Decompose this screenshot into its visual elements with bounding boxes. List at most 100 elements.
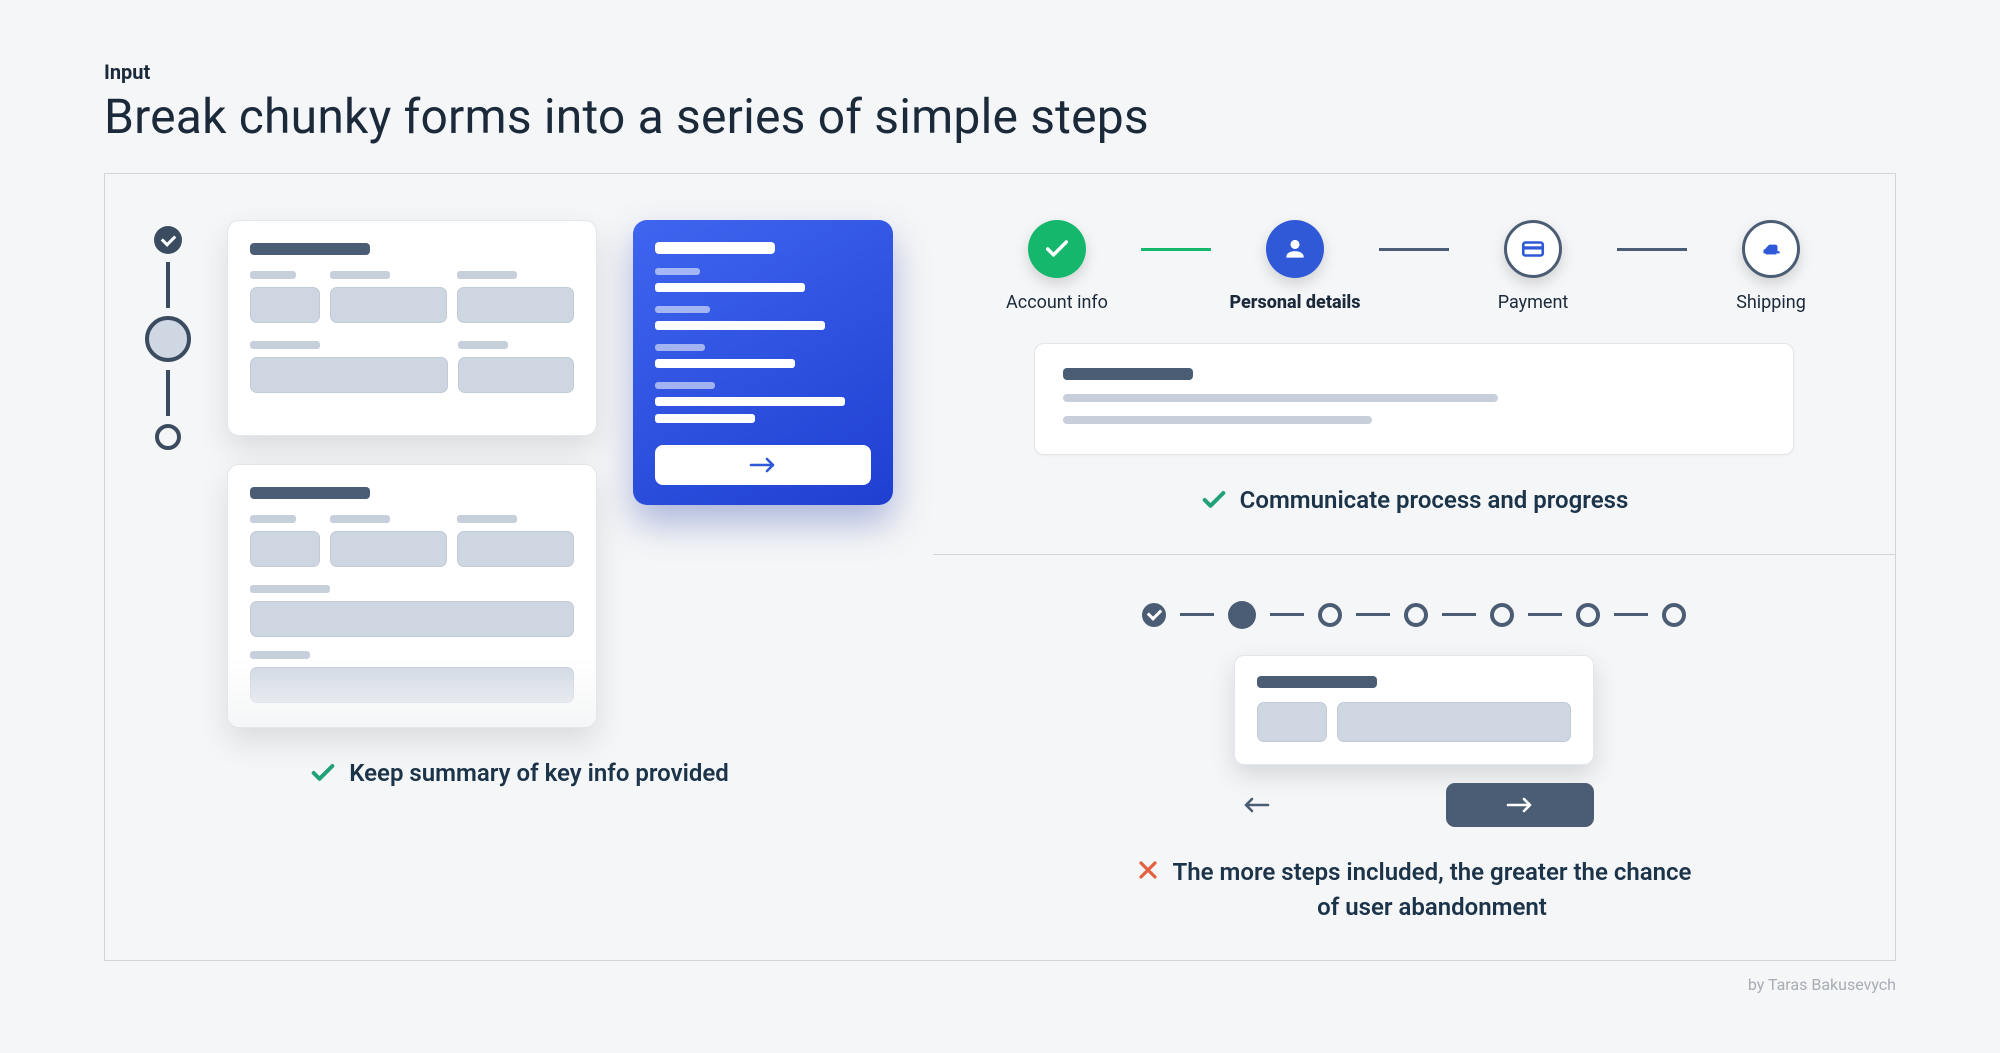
mini-step-pending[interactable]: [1318, 603, 1342, 627]
step-connector: [1141, 248, 1211, 251]
caption-bad: The more steps included, the greater the…: [973, 855, 1855, 925]
step-account-info[interactable]: Account info: [973, 220, 1141, 313]
placeholder-line: [1063, 416, 1372, 424]
check-icon: [1043, 235, 1071, 263]
placeholder-field: [250, 287, 320, 323]
placeholder-label: [330, 271, 390, 279]
step-label: Payment: [1498, 292, 1569, 313]
placeholder-label: [250, 341, 320, 349]
step-payment[interactable]: Payment: [1449, 220, 1617, 313]
user-icon: [1282, 236, 1308, 262]
placeholder-label: [250, 515, 296, 523]
placeholder-field: [250, 667, 574, 703]
placeholder-field: [330, 287, 447, 323]
back-button[interactable]: [1234, 787, 1278, 823]
mini-step-active[interactable]: [1228, 601, 1256, 629]
mini-step-pending[interactable]: [1662, 603, 1686, 627]
shipping-icon: [1758, 236, 1784, 262]
placeholder-field: [1257, 702, 1327, 742]
mini-step-connector: [1180, 613, 1214, 616]
summary-line: [655, 359, 795, 368]
mini-step-pending[interactable]: [1490, 603, 1514, 627]
placeholder-label: [457, 515, 517, 523]
form-card-placeholder: [227, 220, 597, 436]
form-card-placeholder: [227, 464, 597, 728]
panel-progress: Account info Personal details Payment: [933, 174, 1896, 555]
mini-step-connector: [1614, 613, 1648, 616]
credit: by Taras Bakusevych: [104, 975, 1896, 994]
step-personal-details[interactable]: Personal details: [1211, 220, 1379, 313]
mini-step-connector: [1528, 613, 1562, 616]
mini-step-connector: [1442, 613, 1476, 616]
step-connector: [1617, 248, 1687, 251]
caption-text: Communicate process and progress: [1240, 483, 1629, 518]
arrow-left-icon: [1241, 796, 1271, 814]
cross-icon: [1136, 858, 1160, 882]
summary-line: [655, 283, 805, 292]
summary-label: [655, 268, 700, 275]
placeholder-title-bar: [250, 487, 370, 499]
placeholder-field: [250, 357, 448, 393]
placeholder-title-bar: [1257, 676, 1377, 688]
mini-step-done[interactable]: [1142, 603, 1166, 627]
placeholder-title-bar: [250, 243, 370, 255]
caption-text: Keep summary of key info provided: [349, 756, 729, 791]
panel-too-many-steps: The more steps included, the greater the…: [933, 555, 1896, 961]
check-icon: [1200, 486, 1228, 514]
placeholder-field: [458, 357, 574, 393]
placeholder-field: [250, 531, 320, 567]
placeholder-field: [250, 601, 574, 637]
step-connector: [1379, 248, 1449, 251]
summary-label: [655, 306, 710, 313]
step-circle-done: [1028, 220, 1086, 278]
placeholder-field: [1337, 702, 1571, 742]
summary-continue-button[interactable]: [655, 445, 871, 485]
mini-form-card: [1234, 655, 1594, 765]
mini-step-connector: [1356, 613, 1390, 616]
mini-stepper: [973, 601, 1855, 629]
vertical-stepper: [145, 220, 191, 450]
placeholder-field: [457, 287, 574, 323]
placeholder-label: [250, 651, 310, 659]
vstep-done[interactable]: [154, 226, 182, 254]
stepper: Account info Personal details Payment: [973, 220, 1855, 313]
vstep-pending[interactable]: [155, 424, 181, 450]
step-shipping[interactable]: Shipping: [1687, 220, 1855, 313]
vstep-connector: [166, 262, 170, 308]
caption-good: Keep summary of key info provided: [145, 756, 893, 791]
caption-good: Communicate process and progress: [973, 483, 1855, 518]
examples-grid: Account info Personal details Payment: [104, 173, 1896, 961]
summary-title-bar: [655, 242, 775, 254]
caption-text: The more steps included, the greater the…: [1172, 855, 1692, 925]
panel-summary: Keep summary of key info provided: [105, 174, 933, 960]
placeholder-title-bar: [1063, 368, 1193, 380]
placeholder-field: [330, 531, 447, 567]
placeholder-line: [1063, 394, 1498, 402]
next-button[interactable]: [1446, 783, 1594, 827]
step-circle-pending: [1742, 220, 1800, 278]
form-card-placeholder: [1034, 343, 1794, 455]
vstep-connector: [166, 370, 170, 416]
summary-label: [655, 344, 705, 351]
card-icon: [1520, 236, 1546, 262]
step-circle-pending: [1504, 220, 1562, 278]
step-circle-active: [1266, 220, 1324, 278]
mini-step-connector: [1270, 613, 1304, 616]
placeholder-field: [457, 531, 574, 567]
placeholder-label: [330, 515, 390, 523]
placeholder-label: [250, 585, 330, 593]
vstep-active[interactable]: [145, 316, 191, 362]
summary-panel: [633, 220, 893, 505]
step-label: Account info: [1006, 292, 1108, 313]
placeholder-label: [457, 271, 517, 279]
eyebrow: Input: [104, 60, 1896, 84]
summary-line: [655, 321, 825, 330]
summary-line: [655, 414, 755, 423]
mini-step-pending[interactable]: [1404, 603, 1428, 627]
step-label: Personal details: [1229, 292, 1360, 313]
check-icon: [309, 759, 337, 787]
arrow-right-icon: [1505, 796, 1535, 814]
placeholder-label: [250, 271, 296, 279]
mini-step-pending[interactable]: [1576, 603, 1600, 627]
step-label: Shipping: [1736, 292, 1806, 313]
